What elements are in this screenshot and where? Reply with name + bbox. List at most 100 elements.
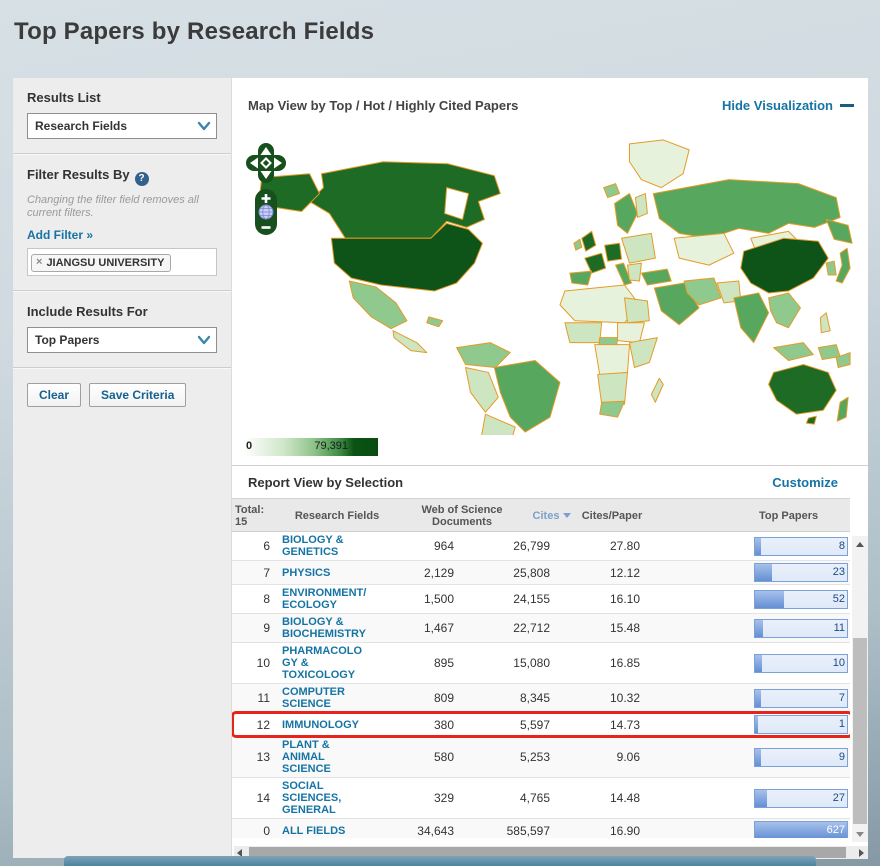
field-link[interactable]: IMMUNOLOGY	[282, 719, 368, 731]
top-papers-bar: 23	[754, 563, 848, 582]
add-filter-link[interactable]: Add Filter »	[27, 228, 217, 242]
vertical-scrollbar[interactable]	[852, 536, 868, 842]
col-research-fields[interactable]: Research Fields	[282, 510, 392, 522]
cites-cell: 5,597	[466, 718, 550, 732]
bar-fill	[755, 591, 784, 608]
filter-field[interactable]: × JIANGSU UNIVERSITY	[27, 248, 217, 276]
filter-heading: Filter Results By?	[27, 167, 217, 186]
cites-cell: 5,253	[466, 750, 550, 764]
rank-cell: 11	[234, 691, 270, 705]
cites-cell: 26,799	[466, 539, 550, 553]
top-papers-bar: 9	[754, 748, 848, 767]
chevron-down-icon	[196, 120, 212, 132]
table-row: 14SOCIAL SCIENCES, GENERAL3294,76514.482…	[232, 778, 850, 819]
save-criteria-button[interactable]: Save Criteria	[89, 383, 186, 407]
rank-cell: 10	[234, 656, 270, 670]
total-header: Total: 15	[235, 504, 264, 528]
bar-fill	[755, 564, 772, 581]
app: Top Papers by Research Fields Results Li…	[0, 0, 880, 866]
field-link[interactable]: PLANT & ANIMAL SCIENCE	[282, 739, 368, 775]
cites-per-paper-cell: 16.10	[562, 592, 640, 606]
collapse-icon	[840, 104, 854, 107]
help-icon[interactable]: ?	[135, 172, 149, 186]
field-link[interactable]: PHARMACOLOGY & TOXICOLOGY	[282, 645, 368, 681]
scroll-right-button[interactable]	[855, 846, 868, 859]
cites-cell: 24,155	[466, 592, 550, 606]
cites-cell: 15,080	[466, 656, 550, 670]
world-map[interactable]	[234, 135, 866, 435]
rank-cell: 6	[234, 539, 270, 553]
scroll-right-icon	[859, 849, 864, 857]
top-papers-bar: 627	[754, 821, 848, 838]
filter-section: Filter Results By? Changing the filter f…	[13, 155, 231, 290]
top-papers-bar: 10	[754, 654, 848, 673]
rank-cell: 12	[234, 718, 270, 732]
scroll-up-button[interactable]	[852, 536, 868, 552]
globe-icon[interactable]	[259, 205, 273, 219]
map-area: 0 79,391	[232, 133, 868, 465]
cites-per-paper-cell: 15.48	[562, 621, 640, 635]
legend-min: 0	[246, 440, 252, 452]
scroll-down-button[interactable]	[852, 826, 868, 842]
results-list-select[interactable]: Research Fields	[27, 113, 217, 139]
clear-button[interactable]: Clear	[27, 383, 81, 407]
customize-link[interactable]: Customize	[772, 475, 838, 490]
map-countries[interactable]	[260, 140, 852, 435]
filter-note: Changing the filter field removes all cu…	[27, 194, 217, 220]
field-link[interactable]: BIOLOGY & BIOCHEMISTRY	[282, 616, 368, 640]
bar-value: 8	[839, 538, 845, 555]
hide-visualization-link[interactable]: Hide Visualization	[722, 98, 854, 113]
sidebar: Results List Research Fields Filter Resu…	[13, 78, 232, 858]
docs-cell: 34,643	[380, 824, 454, 838]
cites-per-paper-cell: 10.32	[562, 691, 640, 705]
field-link[interactable]: BIOLOGY & GENETICS	[282, 534, 368, 558]
bar-value: 23	[833, 564, 845, 581]
table-row: 13PLANT & ANIMAL SCIENCE5805,2539.069	[232, 737, 850, 778]
results-list-value: Research Fields	[35, 119, 127, 133]
map-controls[interactable]	[246, 141, 286, 237]
col-cites-per-paper[interactable]: Cites/Paper	[562, 510, 662, 522]
table-row: 6BIOLOGY & GENETICS96426,79927.808	[232, 532, 850, 561]
bottom-bar	[64, 856, 816, 866]
bar-fill	[755, 749, 761, 766]
report-title: Report View by Selection	[248, 475, 403, 490]
field-link[interactable]: ALL FIELDS	[282, 825, 368, 837]
total-label: Total:	[235, 504, 264, 516]
col-docs[interactable]: Web of Science Documents	[402, 504, 522, 528]
table-row: 8ENVIRONMENT/ECOLOGY1,50024,15516.1052	[232, 585, 850, 614]
scroll-down-icon	[856, 832, 864, 837]
include-label: Include Results For	[27, 304, 217, 319]
top-papers-bar: 27	[754, 789, 848, 808]
include-section: Include Results For Top Papers	[13, 292, 231, 367]
cites-cell: 585,597	[466, 824, 550, 838]
top-papers-bar: 7	[754, 689, 848, 708]
col-cites-label: Cites	[533, 510, 560, 522]
remove-filter-icon[interactable]: ×	[36, 257, 42, 268]
bar-fill	[755, 790, 767, 807]
cites-cell: 25,808	[466, 566, 550, 580]
bar-value: 7	[839, 690, 845, 707]
rank-cell: 8	[234, 592, 270, 606]
docs-cell: 809	[380, 691, 454, 705]
rank-cell: 7	[234, 566, 270, 580]
cites-cell: 22,712	[466, 621, 550, 635]
docs-cell: 1,500	[380, 592, 454, 606]
field-link[interactable]: PHYSICS	[282, 567, 368, 579]
col-top-papers[interactable]: Top Papers	[759, 510, 818, 522]
viz-title: Map View by Top / Hot / Highly Cited Pap…	[248, 98, 518, 113]
cites-per-paper-cell: 12.12	[562, 566, 640, 580]
vertical-scroll-thumb[interactable]	[853, 638, 867, 824]
docs-cell: 329	[380, 791, 454, 805]
docs-cell: 964	[380, 539, 454, 553]
sidebar-buttons: Clear Save Criteria	[13, 369, 231, 421]
include-select[interactable]: Top Papers	[27, 327, 217, 353]
cites-per-paper-cell: 14.48	[562, 791, 640, 805]
bar-value: 27	[833, 790, 845, 807]
bar-fill	[755, 716, 758, 733]
field-link[interactable]: SOCIAL SCIENCES, GENERAL	[282, 780, 368, 816]
field-link[interactable]: COMPUTER SCIENCE	[282, 686, 368, 710]
bar-value: 10	[833, 655, 845, 672]
docs-cell: 1,467	[380, 621, 454, 635]
field-link[interactable]: ENVIRONMENT/ECOLOGY	[282, 587, 368, 611]
chevron-down-icon	[196, 334, 212, 346]
